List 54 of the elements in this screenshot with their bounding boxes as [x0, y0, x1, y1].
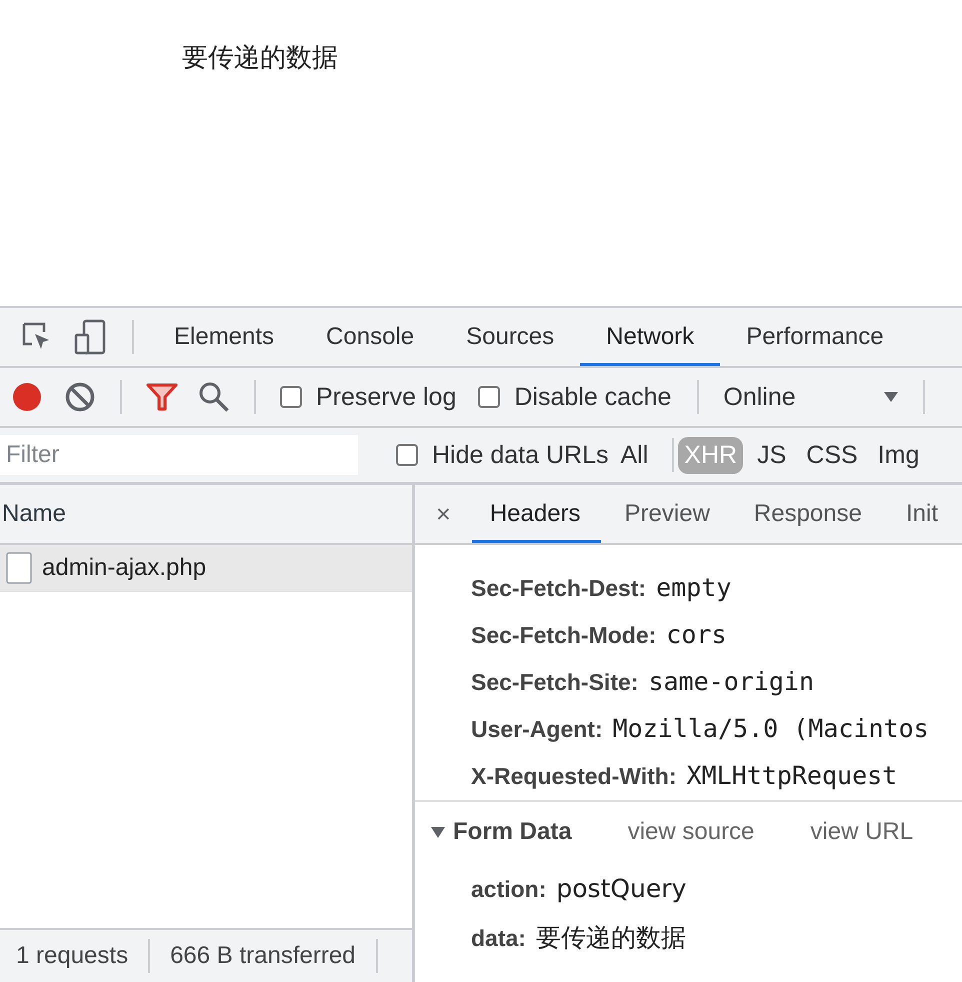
checkbox-label[interactable]: Hide data URLs: [432, 440, 608, 470]
field-name: data:: [471, 925, 526, 952]
detail-tab[interactable]: Response: [734, 485, 882, 543]
header-value: same-origin: [648, 667, 814, 696]
record-icon[interactable]: [10, 380, 44, 414]
checkbox-label[interactable]: Preserve log: [316, 382, 456, 412]
header-name: Sec-Fetch-Dest:: [471, 575, 646, 602]
expanded-triangle-icon[interactable]: [431, 825, 445, 839]
request-name: admin-ajax.php: [42, 554, 206, 582]
checkbox[interactable]: [280, 386, 302, 408]
checkbox-option[interactable]: Hide data URLs: [396, 440, 608, 470]
file-icon[interactable]: [6, 552, 32, 584]
type-filter-button[interactable]: JS: [751, 436, 792, 474]
section-title[interactable]: Form Data: [453, 818, 572, 846]
type-filter-button[interactable]: Img: [872, 436, 926, 474]
header-name: Sec-Fetch-Mode:: [471, 622, 656, 649]
header-name: Sec-Fetch-Site:: [471, 669, 638, 696]
clear-icon[interactable]: [64, 381, 96, 413]
checkbox[interactable]: [396, 444, 418, 466]
header-value: empty: [656, 573, 732, 602]
header-name: X-Requested-With:: [471, 763, 677, 790]
dropdown-caret-icon[interactable]: [883, 391, 900, 403]
type-filter-button[interactable]: All: [614, 436, 654, 474]
column-header[interactable]: Name: [0, 485, 412, 545]
filter-field[interactable]: Filter: [0, 435, 358, 475]
checkbox[interactable]: [478, 386, 500, 408]
field-value: postQuery: [556, 874, 686, 903]
panel-tab[interactable]: Console: [300, 308, 440, 366]
detail-tab[interactable]: Headers: [472, 485, 601, 543]
checkbox-option[interactable]: Disable cache: [478, 382, 672, 412]
detail-tab[interactable]: Preview: [604, 485, 730, 543]
detail-tab[interactable]: Init: [886, 485, 958, 543]
type-filter-button[interactable]: CSS: [800, 436, 864, 474]
view-link[interactable]: view URL: [810, 818, 914, 846]
device-icon[interactable]: [74, 319, 108, 355]
header-value: cors: [666, 620, 727, 649]
header-value: Mozilla/5.0 (Macintos: [612, 714, 929, 743]
header-name: User-Agent:: [471, 716, 603, 743]
request-row[interactable]: admin-ajax.php: [0, 545, 412, 592]
throttling-dropdown[interactable]: Online: [713, 382, 910, 412]
panel-tab[interactable]: Performance: [720, 308, 910, 366]
panel-tab[interactable]: Elements: [148, 308, 300, 366]
view-link[interactable]: view source: [628, 818, 754, 846]
checkbox-label[interactable]: Disable cache: [514, 382, 672, 412]
field-value: 要传递的数据: [536, 922, 686, 954]
status-text: 666 B transferred: [170, 942, 356, 970]
filter-icon[interactable]: [146, 382, 178, 412]
status-text: 1 requests: [16, 942, 128, 970]
panel-tab[interactable]: Sources: [440, 308, 580, 366]
header-value: XMLHttpRequest: [686, 761, 898, 790]
checkbox-option[interactable]: Preserve log: [280, 382, 456, 412]
field-name: action:: [471, 876, 546, 903]
page-text: 要传递的数据: [182, 41, 338, 74]
search-icon[interactable]: [198, 381, 230, 413]
